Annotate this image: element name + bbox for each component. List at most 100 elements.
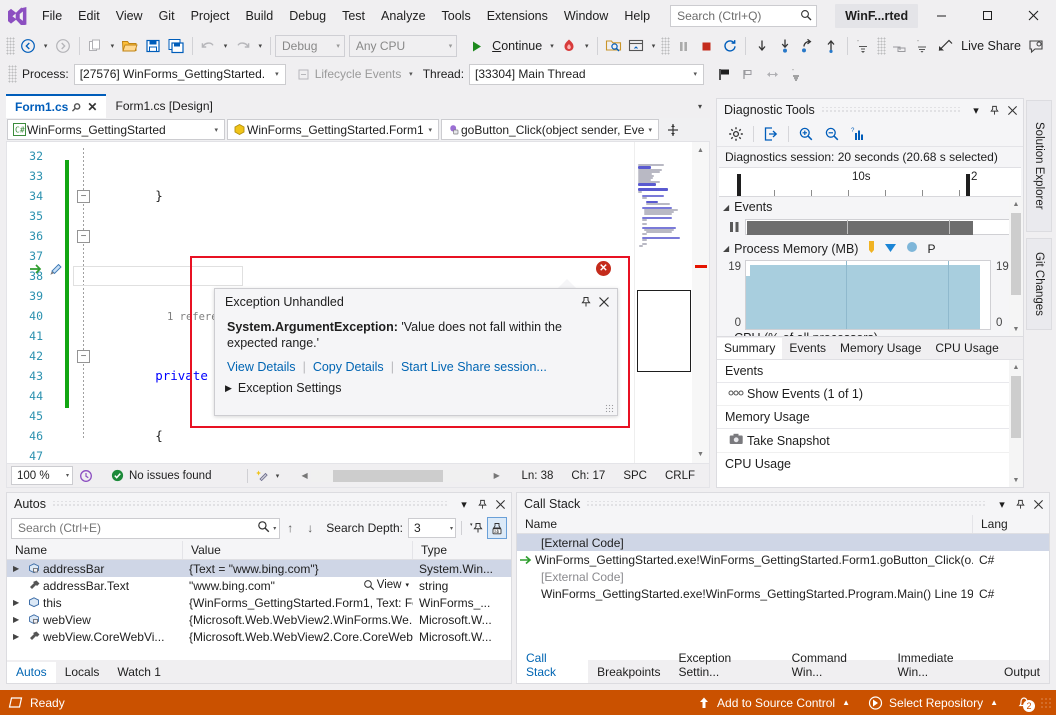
tab-command-window[interactable]: Command Win... <box>783 648 889 683</box>
tab-watch-1[interactable]: Watch 1 <box>108 662 170 683</box>
vtab-git-changes[interactable]: Git Changes <box>1026 238 1052 330</box>
expand-icon[interactable]: ▶ <box>13 564 25 573</box>
editor-horizontal-scrollbar[interactable]: ◀ ▶ <box>301 470 499 482</box>
tab-autos[interactable]: Autos <box>7 662 56 683</box>
table-row[interactable]: WinForms_GettingStarted.exe!WinForms_Get… <box>517 551 1049 568</box>
intellicode-icon[interactable] <box>73 469 99 483</box>
minimap-viewport[interactable] <box>637 290 691 372</box>
tab-breakpoints[interactable]: Breakpoints <box>588 662 669 683</box>
cpu-section-header[interactable]: ◢ CPU (% of all processors) <box>717 330 1023 336</box>
scroll-down-arrow-icon[interactable]: ▼ <box>1009 473 1023 487</box>
diagnostics-graph-area[interactable]: ◢ Events ◢ Process Memory (MB) <box>717 197 1023 336</box>
feedback-icon[interactable] <box>1025 34 1048 58</box>
toolbar-grip[interactable] <box>6 37 15 55</box>
menu-help[interactable]: Help <box>616 4 658 28</box>
navigate-backward-icon[interactable] <box>17 34 40 58</box>
navigate-backward-dropdown[interactable]: ▾ <box>40 34 52 58</box>
summary-show-events[interactable]: Show Events (1 of 1) <box>717 383 1023 406</box>
toolbar-grip-2[interactable] <box>877 37 886 55</box>
minimize-button[interactable] <box>918 0 964 30</box>
overflow-icon[interactable]: " <box>784 62 808 86</box>
flag-current-thread-icon[interactable] <box>712 62 736 86</box>
autos-row-value[interactable]: "www.bing.com" View ▾ <box>183 579 413 593</box>
diag-tab-cpu-usage[interactable]: CPU Usage <box>928 338 1005 359</box>
panel-menu-icon[interactable]: ▾ <box>993 494 1011 514</box>
menu-file[interactable]: File <box>34 4 70 28</box>
ruler-selection-end[interactable] <box>966 174 970 196</box>
close-icon[interactable]: ✕ <box>84 100 100 114</box>
scroll-up-arrow-icon[interactable]: ▲ <box>692 142 709 159</box>
live-share-icon[interactable] <box>934 34 957 58</box>
debug-toolbar-grip[interactable] <box>661 37 670 55</box>
process-memory-chart[interactable]: 19 0 19 0 <box>717 260 1023 330</box>
search-next-icon[interactable]: ↓ <box>300 517 320 539</box>
navbar-member-combo[interactable]: goButton_Click(object sender, Eve ▾ <box>441 119 659 140</box>
new-item-icon[interactable] <box>84 34 107 58</box>
editor-tab-form1-cs[interactable]: Form1.cs ⚲ ✕ <box>6 94 106 118</box>
menu-analyze[interactable]: Analyze <box>373 4 433 28</box>
close-icon[interactable] <box>1029 494 1047 514</box>
summary-take-snapshot[interactable]: Take Snapshot <box>717 429 1023 453</box>
panel-menu-icon[interactable]: ▾ <box>455 494 473 514</box>
glyph-margin[interactable] <box>49 142 63 463</box>
table-row[interactable]: [External Code] <box>517 568 1049 585</box>
step-over-icon[interactable] <box>774 34 797 58</box>
expand-icon[interactable]: ▶ <box>13 632 25 641</box>
undo-icon[interactable] <box>197 34 220 58</box>
hscroll-thumb[interactable] <box>333 470 443 482</box>
line-ending-indicator[interactable]: CRLF <box>665 470 709 482</box>
memory-plot[interactable] <box>745 260 991 330</box>
close-icon[interactable] <box>595 292 613 312</box>
code-cleanup-dropdown[interactable]: ▾ <box>271 464 283 488</box>
add-to-source-control-button[interactable]: Add to Source Control ▲ <box>688 690 859 715</box>
tab-locals[interactable]: Locals <box>56 662 109 683</box>
export-icon[interactable] <box>758 123 784 145</box>
scrollbar-thumb[interactable] <box>1011 213 1021 295</box>
expand-icon[interactable]: ▶ <box>13 598 25 607</box>
ruler-selection-start[interactable] <box>737 174 741 196</box>
autos-grid-body[interactable]: ▶ addressBar {Text = "www.bing.com"} Sys… <box>7 560 511 660</box>
autos-row-value[interactable]: {Microsoft.Web.WebView2.Core.CoreWeb... <box>183 630 413 644</box>
pause-icon[interactable] <box>672 34 695 58</box>
expand-icon[interactable]: ▶ <box>13 615 25 624</box>
tab-exception-settings[interactable]: Exception Settin... <box>670 648 783 683</box>
navigate-forward-icon[interactable] <box>51 34 74 58</box>
diag-tab-memory-usage[interactable]: Memory Usage <box>833 338 928 359</box>
fold-toggle[interactable]: − <box>77 230 90 243</box>
live-share-button[interactable]: Live Share <box>957 39 1025 53</box>
editor-vertical-scrollbar[interactable]: ▲ ▼ <box>692 142 709 463</box>
menu-view[interactable]: View <box>108 4 151 28</box>
restart-icon[interactable] <box>718 34 741 58</box>
diag-tab-summary[interactable]: Summary <box>717 338 782 359</box>
scrollbar-thumb[interactable] <box>1011 376 1021 438</box>
error-marker[interactable] <box>695 265 707 268</box>
fold-toggle[interactable]: − <box>77 190 90 203</box>
solution-configuration-combo[interactable]: Debug ▾ <box>275 35 345 57</box>
save-all-icon[interactable] <box>165 34 188 58</box>
copy-details-link[interactable]: Copy Details <box>313 360 384 374</box>
tab-call-stack[interactable]: Call Stack <box>517 648 588 683</box>
show-threads-in-source-icon[interactable] <box>736 62 760 86</box>
autos-row-value[interactable]: {WinForms_GettingStarted.Form1, Text: Fo… <box>183 596 413 610</box>
autos-column-type[interactable]: Type <box>413 541 511 559</box>
menu-tools[interactable]: Tools <box>434 4 479 28</box>
hot-reload-dropdown[interactable]: ▾ <box>581 34 593 58</box>
redo-dropdown[interactable]: ▾ <box>254 34 266 58</box>
code-cleanup-icon[interactable] <box>256 469 271 483</box>
table-row[interactable]: ▶ addressBar {Text = "www.bing.com"} Sys… <box>7 560 511 577</box>
menu-extensions[interactable]: Extensions <box>479 4 556 28</box>
value-visualizer[interactable]: View ▾ <box>363 579 409 591</box>
fold-toggle[interactable]: − <box>77 350 90 363</box>
autos-row-value[interactable]: {Microsoft.Web.WebView2.WinForms.We... <box>183 613 413 627</box>
window-layout-dropdown[interactable]: ▾ <box>648 34 660 58</box>
search-depth-combo[interactable]: 3 ▾ <box>408 518 456 538</box>
call-stack-grid-body[interactable]: [External Code] WinForms_GettingStarted.… <box>517 534 1049 660</box>
tab-output[interactable]: Output <box>995 662 1049 683</box>
select-tools-icon[interactable]: ? <box>845 123 871 145</box>
select-repository-button[interactable]: Select Repository ▲ <box>859 690 1007 715</box>
panel-drag-dots[interactable] <box>821 107 961 113</box>
events-bar[interactable] <box>745 219 1015 235</box>
navbar-project-combo[interactable]: C# WinForms_GettingStarted ▾ <box>7 119 225 140</box>
close-icon[interactable] <box>491 494 509 514</box>
hscroll-track[interactable] <box>311 470 491 482</box>
